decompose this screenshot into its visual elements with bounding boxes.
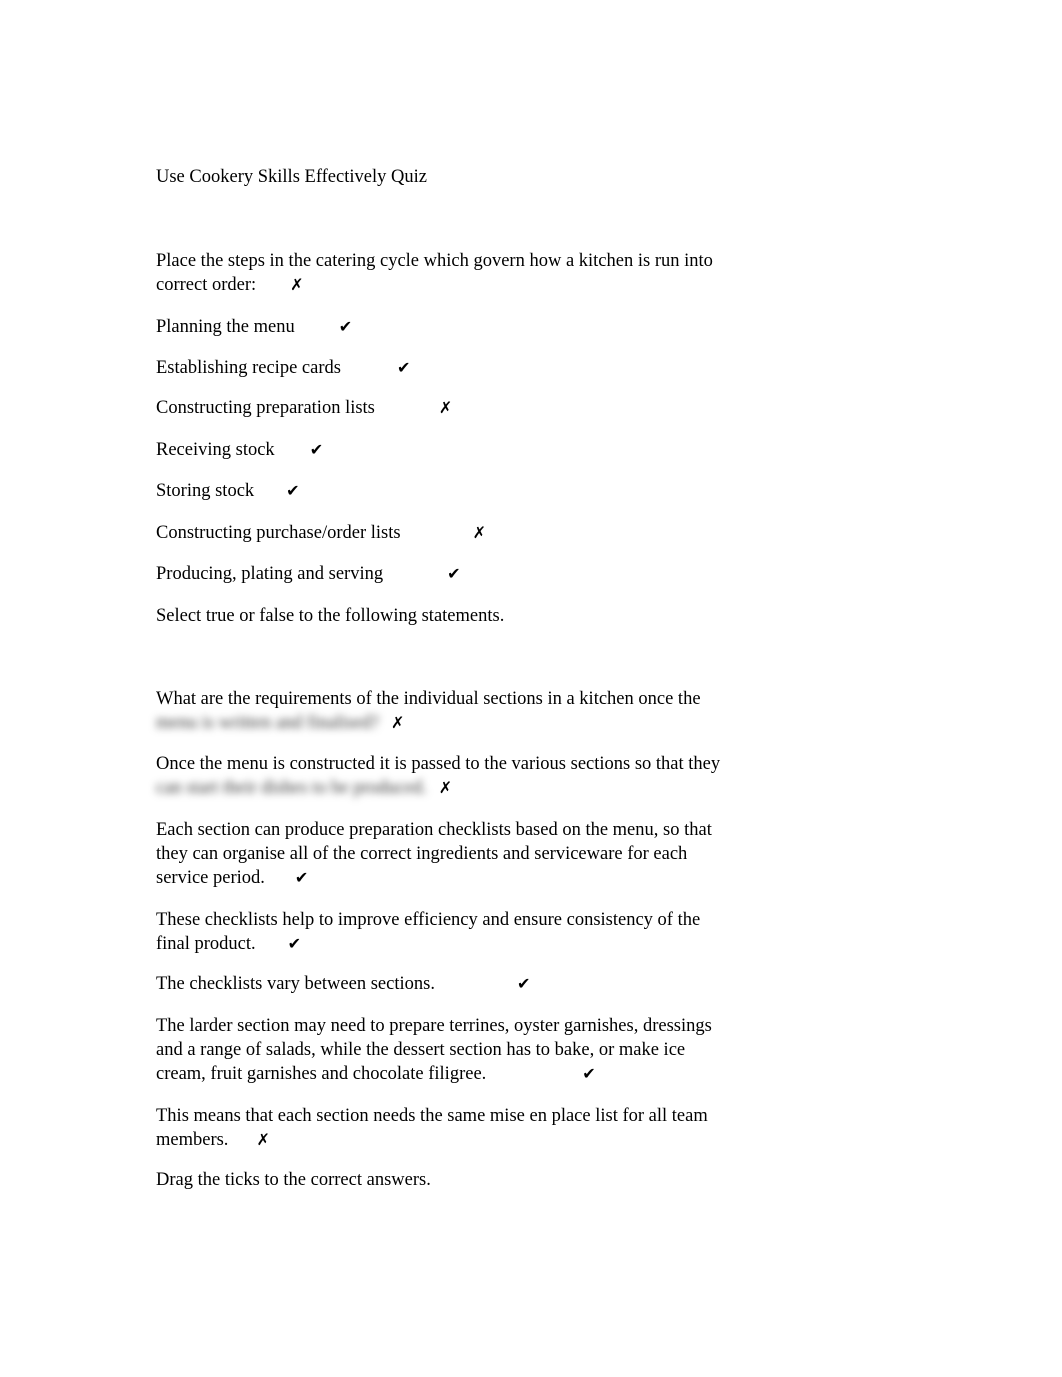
q1-prompt-line1: Place the steps in the catering cycle wh… bbox=[156, 251, 713, 271]
tick-icon[interactable]: ✔ bbox=[447, 562, 460, 586]
q1-item-label: Constructing preparation lists bbox=[156, 398, 375, 418]
statement: The larder section may need to prepare t… bbox=[156, 1014, 746, 1086]
tick-icon[interactable]: ✔ bbox=[288, 932, 301, 956]
statement-line: service period. bbox=[156, 868, 265, 888]
tick-icon[interactable]: ✔ bbox=[295, 866, 308, 890]
statement: Once the menu is constructed it is passe… bbox=[156, 752, 746, 800]
statement-line: final product. bbox=[156, 934, 256, 954]
statement-line: Each section can produce preparation che… bbox=[156, 820, 712, 840]
statement: What are the requirements of the individ… bbox=[156, 687, 746, 735]
statement: This means that each section needs the s… bbox=[156, 1104, 746, 1152]
tick-icon[interactable]: ✔ bbox=[397, 356, 410, 380]
cross-icon[interactable]: ✗ bbox=[439, 776, 452, 800]
statement: These checklists help to improve efficie… bbox=[156, 908, 746, 956]
cross-icon[interactable]: ✗ bbox=[290, 273, 303, 297]
blurred-text: menu is written and finalised? bbox=[156, 713, 379, 733]
q1-item: Constructing preparation lists ✗ bbox=[156, 396, 746, 420]
statement: The checklists vary between sections. ✔ bbox=[156, 972, 746, 996]
statement-line: and a range of salads, while the dessert… bbox=[156, 1040, 686, 1060]
cross-icon[interactable]: ✗ bbox=[473, 521, 486, 545]
q1-item-label: Constructing purchase/order lists bbox=[156, 523, 401, 543]
cross-icon[interactable]: ✗ bbox=[256, 1128, 269, 1152]
statement: Each section can produce preparation che… bbox=[156, 818, 746, 890]
tick-icon[interactable]: ✔ bbox=[339, 315, 352, 339]
q1-item-label: Storing stock bbox=[156, 481, 255, 501]
q3-instruction: Drag the ticks to the correct answers. bbox=[156, 1170, 431, 1190]
q1-item: Receiving stock ✔ bbox=[156, 438, 746, 462]
statement-line: members. bbox=[156, 1130, 229, 1150]
q2-instruction: Select true or false to the following st… bbox=[156, 606, 505, 626]
cross-icon[interactable]: ✗ bbox=[439, 396, 452, 420]
statement-line: This means that each section needs the s… bbox=[156, 1106, 708, 1126]
document-title: Use Cookery Skills Effectively Quiz bbox=[156, 167, 427, 187]
q1-item-label: Producing, plating and serving bbox=[156, 564, 384, 584]
q1-prompt: Place the steps in the catering cycle wh… bbox=[156, 249, 746, 297]
statement-line: The larder section may need to prepare t… bbox=[156, 1016, 712, 1036]
q1-item: Storing stock ✔ bbox=[156, 479, 746, 503]
q1-item: Establishing recipe cards ✔ bbox=[156, 356, 746, 380]
cross-icon[interactable]: ✗ bbox=[391, 711, 404, 735]
tick-icon[interactable]: ✔ bbox=[286, 479, 299, 503]
statement-line: The checklists vary between sections. bbox=[156, 974, 435, 994]
q1-item: Constructing purchase/order lists ✗ bbox=[156, 521, 746, 545]
statement-line: cream, fruit garnishes and chocolate fil… bbox=[156, 1064, 487, 1084]
statement-line: What are the requirements of the individ… bbox=[156, 689, 701, 709]
blurred-text: can start their dishes to be produced. bbox=[156, 778, 427, 798]
q1-item-label: Planning the menu bbox=[156, 317, 295, 337]
statement-line: These checklists help to improve efficie… bbox=[156, 910, 701, 930]
q1-item: Producing, plating and serving ✔ bbox=[156, 562, 746, 586]
tick-icon[interactable]: ✔ bbox=[582, 1062, 595, 1086]
q1-item: Planning the menu ✔ bbox=[156, 315, 746, 339]
statement-line: Once the menu is constructed it is passe… bbox=[156, 754, 721, 774]
q1-item-label: Receiving stock bbox=[156, 440, 275, 460]
tick-icon[interactable]: ✔ bbox=[310, 438, 323, 462]
tick-icon[interactable]: ✔ bbox=[517, 972, 530, 996]
q1-item-label: Establishing recipe cards bbox=[156, 358, 341, 378]
statement-line: they can organise all of the correct ing… bbox=[156, 844, 688, 864]
q1-prompt-line2: correct order: bbox=[156, 275, 257, 295]
